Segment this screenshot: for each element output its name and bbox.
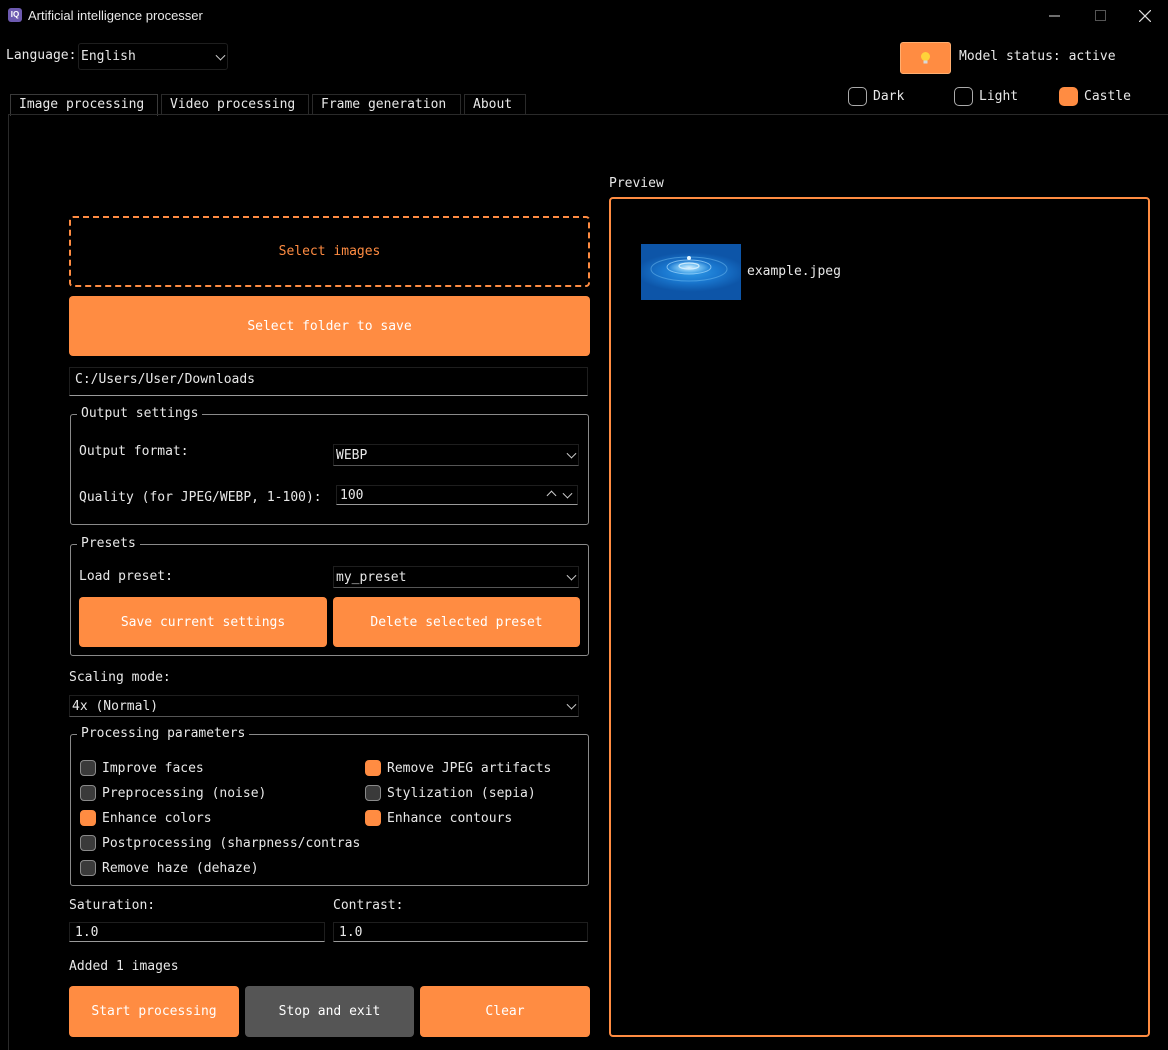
tab-image-processing[interactable]: Image processing <box>10 94 158 116</box>
output-format-select[interactable]: WEBP <box>333 444 579 466</box>
close-icon <box>1139 9 1151 22</box>
stylization-sepia-checkbox[interactable] <box>365 785 381 801</box>
output-format-label: Output format: <box>79 444 189 459</box>
chevron-down-icon <box>215 50 226 61</box>
save-preset-label: Save current settings <box>120 614 286 630</box>
chevron-down-icon <box>566 448 577 459</box>
close-button[interactable] <box>1122 0 1168 31</box>
quality-spinbox[interactable]: 100 <box>336 485 578 505</box>
stop-and-exit-label: Stop and exit <box>278 1004 381 1019</box>
remove-jpeg-artifacts-label: Remove JPEG artifacts <box>387 761 552 776</box>
remove-jpeg-artifacts-checkbox[interactable] <box>365 760 381 776</box>
chevron-down-icon[interactable] <box>562 488 573 499</box>
preprocessing-noise-checkbox[interactable] <box>80 785 96 801</box>
contrast-value: 1.0 <box>339 925 363 940</box>
chevron-down-icon <box>566 570 577 581</box>
preview-label: Preview <box>609 176 664 191</box>
saturation-label: Saturation: <box>69 898 156 913</box>
chevron-down-icon <box>566 699 577 710</box>
improve-faces-checkbox[interactable] <box>80 760 96 776</box>
presets-title: Presets <box>77 536 140 551</box>
clear-label: Clear <box>485 1004 525 1019</box>
select-images-button[interactable]: Select images <box>69 216 590 287</box>
language-label: Language: <box>6 48 77 63</box>
output-settings-title: Output settings <box>77 406 203 421</box>
enhance-contours-label: Enhance contours <box>387 811 513 826</box>
clear-button[interactable]: Clear <box>420 986 590 1037</box>
output-settings-group <box>70 414 589 525</box>
tab-label: Frame generation <box>321 97 447 112</box>
output-format-value: WEBP <box>336 448 368 463</box>
lightbulb-icon <box>921 52 930 64</box>
status-text: Added 1 images <box>69 959 179 974</box>
theme-label-castle: Castle <box>1084 89 1131 104</box>
tab-label: Image processing <box>19 97 145 112</box>
quality-value: 100 <box>340 488 364 503</box>
scaling-mode-value: 4x (Normal) <box>72 699 159 714</box>
maximize-button[interactable] <box>1077 0 1123 31</box>
contrast-input[interactable]: 1.0 <box>333 922 588 942</box>
delete-preset-label: Delete selected preset <box>370 614 543 630</box>
postprocessing-label: Postprocessing (sharpness/contras <box>102 836 360 851</box>
contrast-label: Contrast: <box>333 898 404 913</box>
load-preset-value: my_preset <box>336 570 407 585</box>
language-select[interactable]: English <box>78 43 228 70</box>
remove-haze-checkbox[interactable] <box>80 860 96 876</box>
preprocessing-noise-label: Preprocessing (noise) <box>102 786 267 801</box>
preview-item-filename: example.jpeg <box>747 264 841 279</box>
app-icon: IQ <box>8 8 22 22</box>
improve-faces-label: Improve faces <box>102 761 204 776</box>
scaling-mode-label: Scaling mode: <box>69 670 171 685</box>
select-folder-button[interactable]: Select folder to save <box>69 296 590 356</box>
maximize-icon <box>1094 10 1106 21</box>
title-bar: IQ Artificial intelligence processer <box>0 0 1168 31</box>
remove-haze-label: Remove haze (dehaze) <box>102 861 259 876</box>
preview-thumbnail[interactable] <box>641 244 741 300</box>
theme-radio-light[interactable] <box>954 87 973 106</box>
theme-radio-dark[interactable] <box>848 87 867 106</box>
window-title: Artificial intelligence processer <box>28 8 203 23</box>
select-folder-label: Select folder to save <box>247 318 412 334</box>
preview-panel <box>609 197 1150 1037</box>
scaling-mode-select[interactable]: 4x (Normal) <box>69 695 579 717</box>
tab-frame-generation[interactable]: Frame generation <box>312 94 461 115</box>
saturation-input[interactable]: 1.0 <box>69 922 325 942</box>
tab-video-processing[interactable]: Video processing <box>161 94 309 115</box>
enhance-colors-label: Enhance colors <box>102 811 212 826</box>
saturation-value: 1.0 <box>75 925 99 940</box>
tab-about[interactable]: About <box>464 94 526 115</box>
minimize-icon <box>1048 15 1060 17</box>
postprocessing-checkbox[interactable] <box>80 835 96 851</box>
processing-parameters-title: Processing parameters <box>77 726 250 741</box>
select-images-label: Select images <box>278 244 381 259</box>
enhance-contours-checkbox[interactable] <box>365 810 381 826</box>
stylization-sepia-label: Stylization (sepia) <box>387 786 536 801</box>
save-preset-button[interactable]: Save current settings <box>79 597 327 647</box>
language-value: English <box>81 49 136 64</box>
model-toggle-button[interactable] <box>900 42 951 74</box>
load-preset-label: Load preset: <box>79 569 173 584</box>
theme-radio-castle[interactable] <box>1059 87 1078 106</box>
stop-and-exit-button[interactable]: Stop and exit <box>245 986 414 1037</box>
save-path-value: C:/Users/User/Downloads <box>75 372 256 387</box>
delete-preset-button[interactable]: Delete selected preset <box>333 597 580 647</box>
enhance-colors-checkbox[interactable] <box>80 810 96 826</box>
theme-label-dark: Dark <box>873 89 905 104</box>
tab-label: About <box>473 97 513 112</box>
water-drop-image <box>650 256 728 282</box>
load-preset-select[interactable]: my_preset <box>333 566 579 588</box>
model-status-label: Model status: active <box>959 49 1116 64</box>
start-processing-label: Start processing <box>91 1004 217 1019</box>
quality-label: Quality (for JPEG/WEBP, 1-100): <box>79 490 322 505</box>
start-processing-button[interactable]: Start processing <box>69 986 239 1037</box>
minimize-button[interactable] <box>1031 0 1077 31</box>
chevron-up-icon[interactable] <box>546 490 557 501</box>
save-path-field[interactable]: C:/Users/User/Downloads <box>69 367 588 396</box>
theme-label-light: Light <box>979 89 1019 104</box>
tab-label: Video processing <box>170 97 296 112</box>
